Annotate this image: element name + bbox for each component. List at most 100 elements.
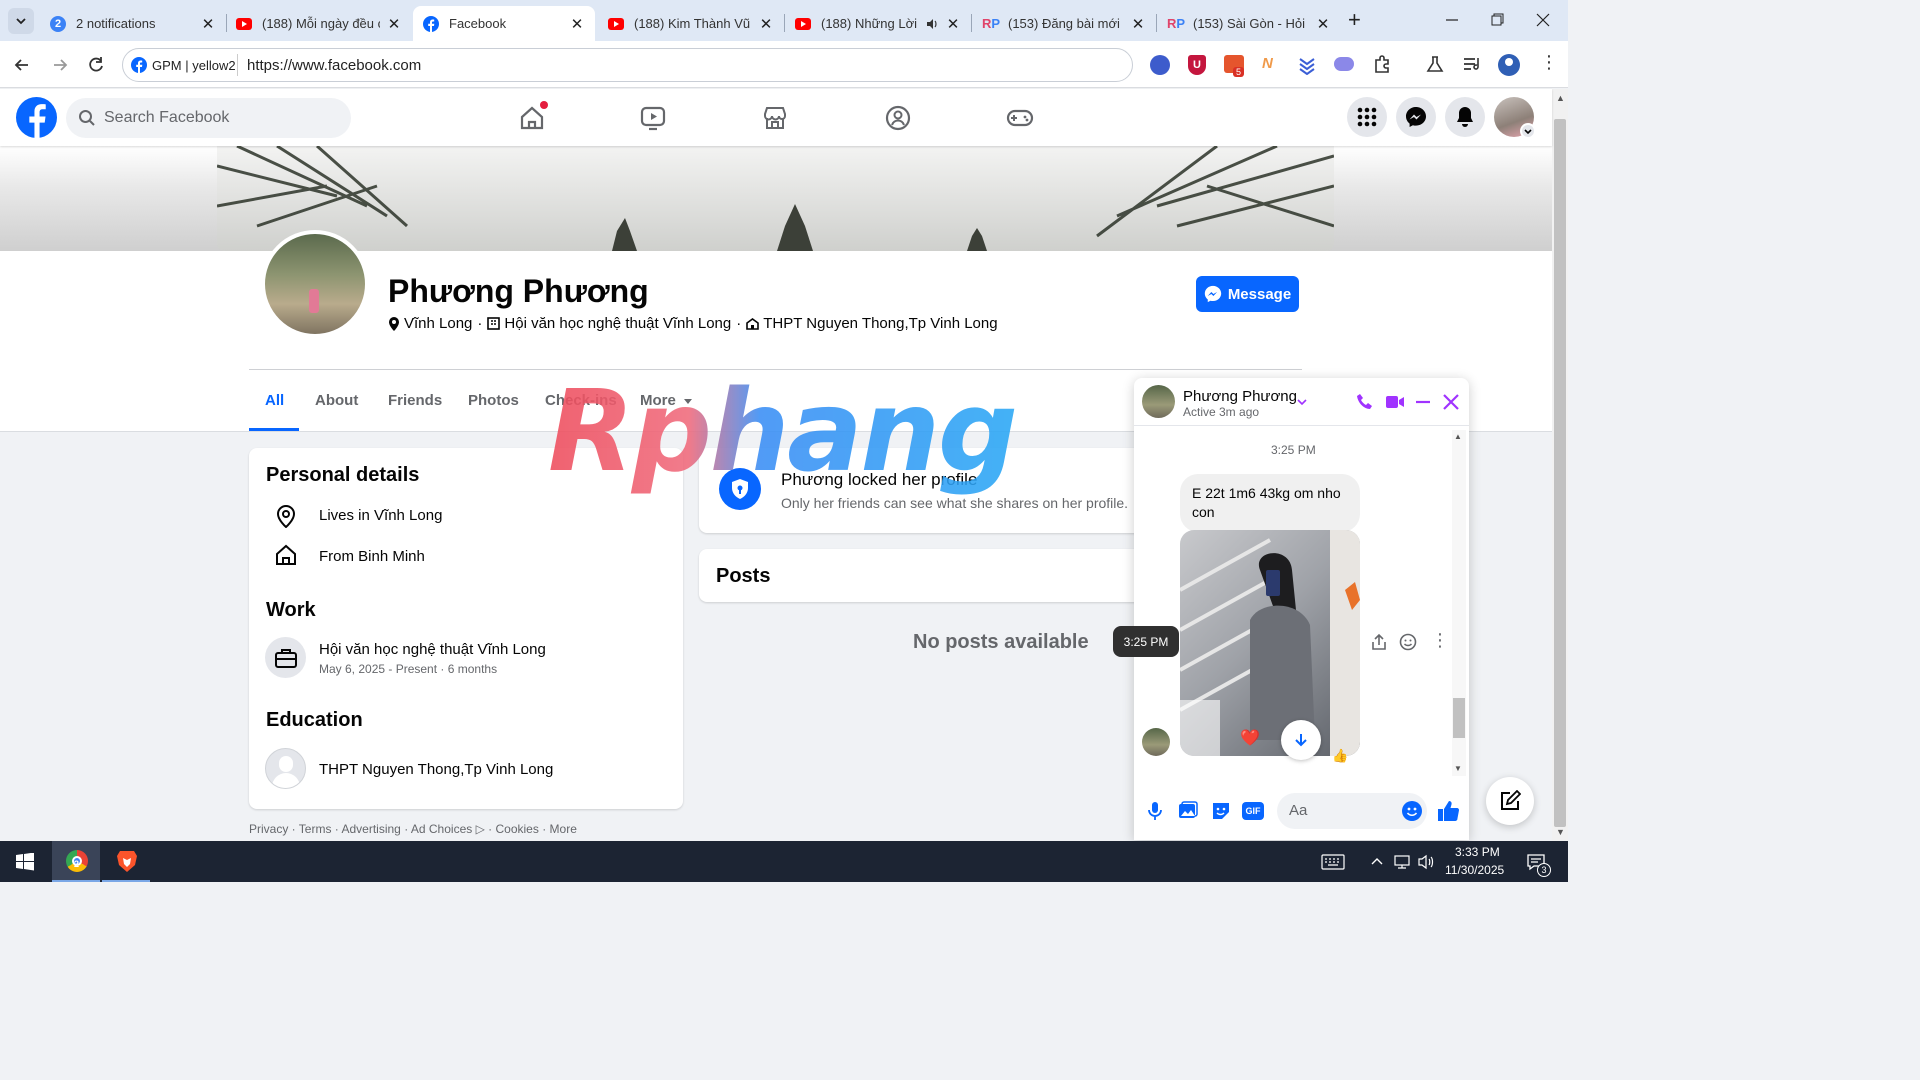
chat-scrollbar[interactable]: ▲ ▼	[1452, 430, 1466, 776]
tab-check-ins[interactable]: Check-ins	[545, 392, 617, 409]
forward-arrow-icon[interactable]	[50, 55, 70, 75]
page-scrollbar[interactable]: ▲ ▼	[1552, 89, 1568, 841]
scroll-to-bottom-button[interactable]	[1281, 720, 1321, 760]
browser-tab[interactable]: (188) Mỗi ngày đều c ✕	[226, 6, 412, 41]
new-message-button[interactable]	[1486, 777, 1534, 825]
browser-tab[interactable]: RP (153) Sài Gòn - Hỏi · ✕	[1157, 6, 1341, 41]
marketplace-icon[interactable]	[762, 105, 788, 131]
network-icon[interactable]	[1393, 854, 1411, 870]
tab-friends[interactable]: Friends	[388, 392, 442, 409]
video-call-icon[interactable]	[1385, 394, 1405, 410]
groups-icon[interactable]	[884, 104, 912, 132]
taskbar-time[interactable]: 3:33 PM	[1455, 845, 1500, 859]
reload-icon[interactable]	[86, 55, 106, 75]
tab-about[interactable]: About	[315, 392, 358, 409]
url-text[interactable]: https://www.facebook.com	[247, 57, 421, 74]
close-tab-icon[interactable]: ✕	[945, 15, 961, 33]
chat-avatar[interactable]	[1142, 385, 1175, 418]
gif-icon[interactable]: GIF	[1242, 802, 1264, 820]
browser-tab[interactable]: (188) Những Lời ✕	[785, 6, 971, 41]
thumbs-up-reaction[interactable]: 👍	[1332, 748, 1348, 764]
profile-picture[interactable]	[261, 230, 369, 338]
search-facebook-input[interactable]: Search Facebook	[66, 98, 351, 138]
chat-contact-name[interactable]: Phương Phương	[1183, 388, 1297, 405]
thumbs-up-send-icon[interactable]	[1436, 799, 1460, 823]
close-tab-icon[interactable]: ✕	[1130, 15, 1146, 33]
share-icon[interactable]	[1370, 633, 1388, 651]
taskbar-chrome-app[interactable]: 2	[52, 841, 100, 882]
restore-window-button[interactable]	[1485, 8, 1509, 32]
tray-chevron-icon[interactable]	[1370, 856, 1384, 866]
close-tab-icon[interactable]: ✕	[1315, 15, 1331, 33]
from-text[interactable]: From Binh Minh	[319, 548, 425, 565]
footer-cookies[interactable]: Cookies	[496, 822, 539, 836]
browser-tab-active[interactable]: Facebook ✕	[413, 6, 595, 41]
video-icon[interactable]	[640, 105, 666, 131]
footer-privacy[interactable]: Privacy	[249, 822, 288, 836]
ublock-icon[interactable]: U	[1188, 55, 1206, 75]
chat-header[interactable]: Phương Phương Active 3m ago	[1134, 378, 1469, 426]
browser-tab[interactable]: 2 2 notifications ✕	[40, 6, 226, 41]
message-bubble[interactable]: E 22t 1m6 43kg om nho con	[1180, 474, 1360, 532]
photo-attach-icon[interactable]	[1178, 801, 1198, 821]
tab-search-button[interactable]	[8, 8, 34, 34]
extensions-puzzle-icon[interactable]	[1372, 54, 1392, 74]
emoji-react-icon[interactable]	[1399, 633, 1417, 651]
tab-photos[interactable]: Photos	[468, 392, 519, 409]
extension-icon[interactable]	[1297, 55, 1317, 75]
tab-all[interactable]: All	[265, 392, 284, 409]
messenger-button[interactable]	[1396, 97, 1436, 137]
taskbar-date[interactable]: 11/30/2025	[1445, 863, 1504, 877]
extension-icon[interactable]: N	[1262, 55, 1273, 72]
more-options-icon[interactable]: ⋮	[1431, 630, 1449, 651]
browser-tab[interactable]: RP (153) Đăng bài mới | ✕	[972, 6, 1156, 41]
sender-avatar[interactable]	[1142, 728, 1170, 756]
close-tab-icon[interactable]: ✕	[386, 15, 402, 33]
address-bar[interactable]: GPM | yellow2 https://www.facebook.com	[122, 48, 1133, 82]
labs-flask-icon[interactable]	[1425, 54, 1445, 74]
browser-tab[interactable]: (188) Kim Thành Vũ · ✕	[598, 6, 784, 41]
keyboard-icon[interactable]	[1321, 854, 1345, 870]
heart-reaction[interactable]: ❤️	[1240, 728, 1260, 748]
profile-work[interactable]: Hội văn học nghệ thuật Vĩnh Long	[504, 315, 731, 332]
lives-in-text[interactable]: Lives in Vĩnh Long	[319, 507, 442, 524]
microphone-icon[interactable]	[1146, 801, 1164, 821]
back-arrow-icon[interactable]	[12, 55, 32, 75]
windows-start-icon[interactable]	[16, 853, 34, 871]
sticker-icon[interactable]	[1211, 801, 1231, 821]
footer-more[interactable]: More	[550, 822, 577, 836]
close-tab-icon[interactable]: ✕	[569, 15, 585, 33]
profile-chip[interactable]: GPM | yellow2	[131, 55, 236, 75]
message-button[interactable]: Message	[1196, 276, 1299, 312]
profile-avatar-icon[interactable]	[1498, 54, 1520, 76]
close-window-button[interactable]	[1531, 8, 1555, 32]
browser-menu-icon[interactable]: ⋮	[1540, 53, 1558, 71]
school-name[interactable]: THPT Nguyen Thong,Tp Vinh Long	[319, 761, 553, 778]
gaming-icon[interactable]	[1006, 105, 1034, 131]
work-org[interactable]: Hội văn học nghệ thuật Vĩnh Long	[319, 641, 546, 658]
emoji-icon[interactable]	[1401, 800, 1423, 822]
footer-terms[interactable]: Terms	[299, 822, 332, 836]
minimize-window-button[interactable]	[1440, 8, 1464, 32]
account-chevron-icon[interactable]	[1520, 123, 1536, 139]
notifications-button[interactable]	[1445, 97, 1485, 137]
menu-button[interactable]	[1347, 97, 1387, 137]
audio-playing-icon[interactable]	[925, 17, 939, 31]
close-tab-icon[interactable]: ✕	[200, 15, 216, 33]
volume-icon[interactable]	[1417, 854, 1435, 870]
chevron-down-icon[interactable]	[1296, 396, 1308, 408]
close-chat-icon[interactable]	[1442, 393, 1460, 411]
new-tab-button[interactable]: +	[1348, 9, 1361, 31]
nav-home-button[interactable]	[518, 101, 548, 132]
close-tab-icon[interactable]: ✕	[758, 15, 774, 33]
media-controls-icon[interactable]	[1462, 54, 1482, 74]
footer-advertising[interactable]: Advertising	[341, 822, 400, 836]
facebook-logo-icon[interactable]	[16, 97, 57, 138]
minimize-chat-icon[interactable]	[1414, 393, 1432, 411]
message-photo[interactable]	[1180, 530, 1360, 756]
message-input[interactable]: Aa	[1277, 793, 1427, 829]
cover-photo[interactable]	[217, 146, 1334, 251]
profile-location[interactable]: Vĩnh Long	[404, 315, 472, 332]
extension-icon[interactable]	[1150, 55, 1170, 75]
phone-call-icon[interactable]	[1356, 393, 1374, 411]
